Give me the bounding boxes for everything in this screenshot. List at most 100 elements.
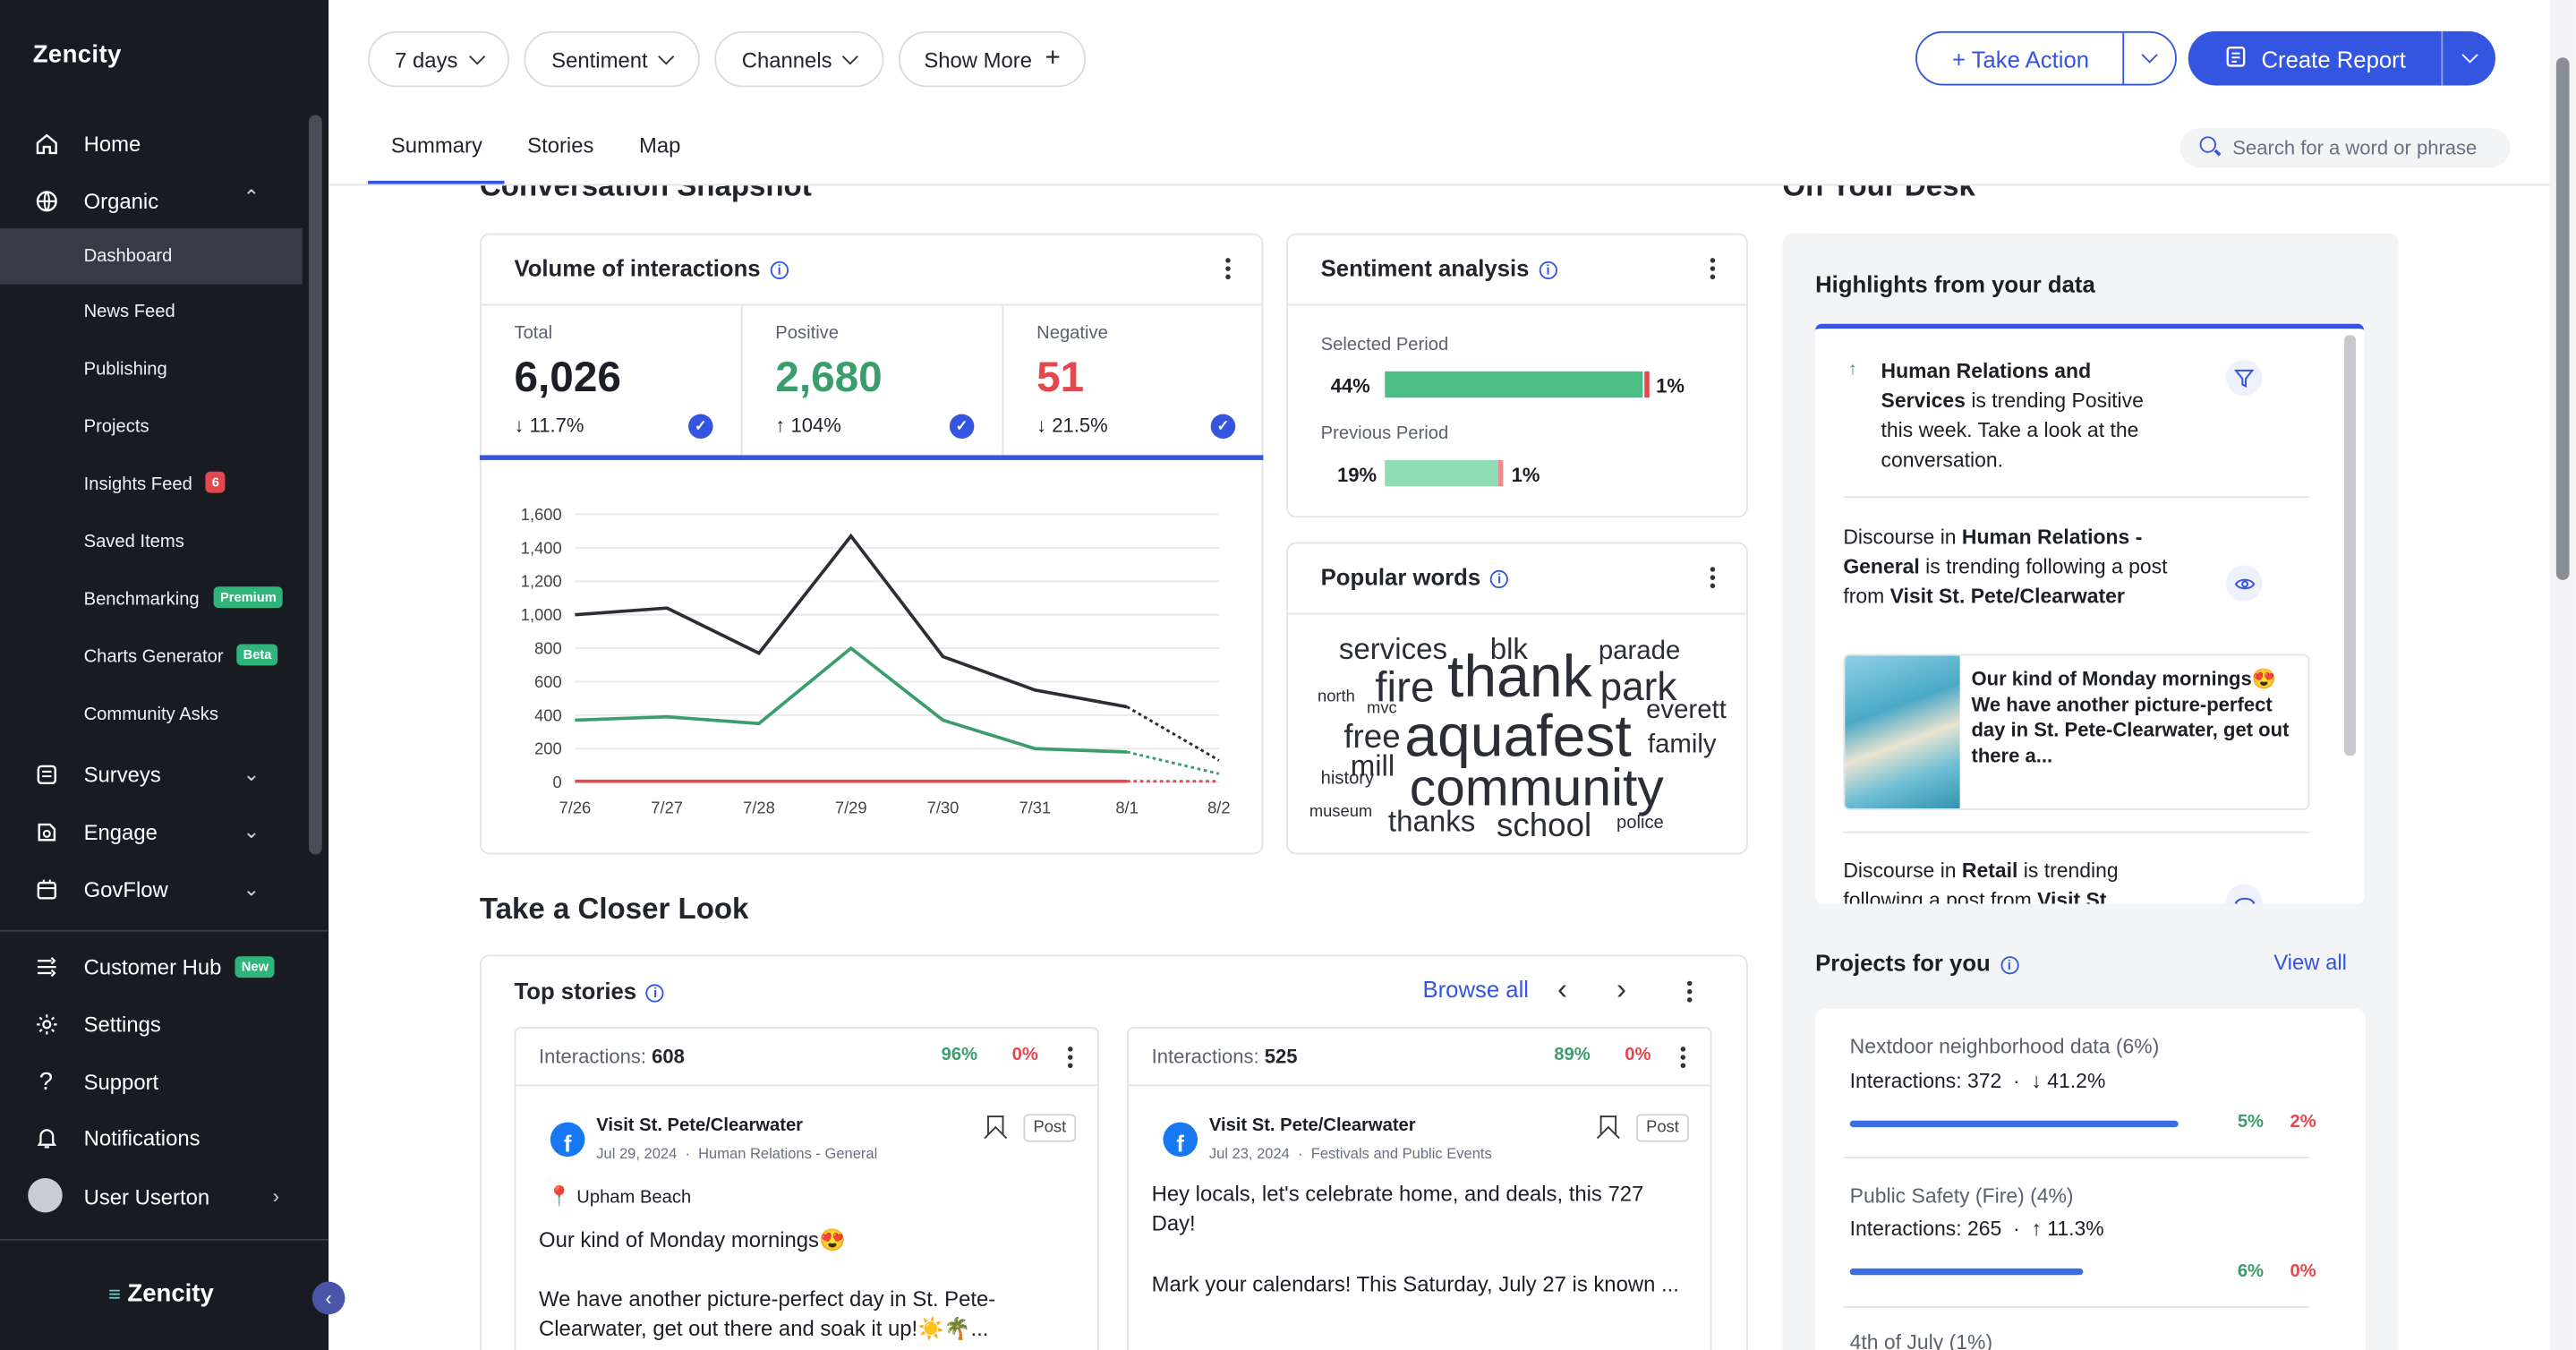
highlight-item[interactable]: Human Relations and Services is trending…: [1881, 356, 2161, 474]
sidebar-item-organic[interactable]: Organic ⌃: [0, 185, 303, 215]
sidebar-item-home[interactable]: Home: [0, 128, 303, 158]
sidebar-sub-insights-feed[interactable]: Insights Feed 6: [0, 471, 303, 498]
eye-icon[interactable]: [2225, 565, 2263, 602]
info-icon[interactable]: i: [646, 984, 665, 1003]
highlight-post-preview[interactable]: Our kind of Monday mornings😍 We have ano…: [1843, 654, 2310, 810]
show-more-button[interactable]: Show More +: [898, 30, 1087, 88]
info-icon[interactable]: i: [2000, 955, 2018, 975]
active-tab-indicator: [368, 180, 505, 184]
pin-icon: 📍: [547, 1184, 572, 1209]
kebab-menu-icon[interactable]: [1068, 1047, 1073, 1069]
kebab-menu-icon[interactable]: [1680, 1047, 1686, 1069]
project-item[interactable]: Nextdoor neighborhood data (6%): [1850, 1035, 2160, 1058]
highlight-item[interactable]: Discourse in Human Relations - General i…: [1843, 523, 2171, 611]
projects-list: Nextdoor neighborhood data (6%) Interact…: [1815, 1008, 2366, 1350]
section-title-snapshot: Conversation Snapshot: [479, 185, 812, 202]
project-item[interactable]: Public Safety (Fire) (4%): [1850, 1184, 2074, 1208]
sidebar-sub-publishing[interactable]: Publishing: [0, 360, 303, 383]
kebab-menu-icon[interactable]: [1710, 258, 1716, 280]
highlights-scrollbar[interactable]: [2344, 335, 2356, 756]
story-card[interactable]: Interactions: 525 89% 0% f Visit St. Pet…: [1127, 1027, 1712, 1350]
previous-positive-bar: [1385, 459, 1498, 487]
word-cloud-word[interactable]: everett: [1646, 697, 1727, 724]
chevron-down-icon: [2141, 47, 2158, 64]
story-card[interactable]: Interactions: 608 96% 0% f Visit St. Pet…: [514, 1027, 1099, 1350]
negative-pct: 0%: [1625, 1045, 1651, 1065]
metric-positive[interactable]: Positive 2,680 ↑ 104% ✓: [741, 305, 1002, 460]
sidebar-sub-dashboard[interactable]: Dashboard: [0, 228, 303, 285]
user-menu[interactable]: User Userton ›: [0, 1182, 303, 1211]
word-cloud-word[interactable]: mvc: [1367, 701, 1397, 718]
word-cloud-word[interactable]: museum: [1309, 804, 1372, 821]
word-cloud-word[interactable]: parade: [1599, 638, 1680, 665]
word-cloud-word[interactable]: history: [1321, 770, 1374, 789]
search-input[interactable]: Search for a word or phrase: [2179, 128, 2511, 168]
word-cloud-word[interactable]: thanks: [1388, 807, 1475, 836]
take-action-button[interactable]: + Take Action: [1915, 30, 2177, 86]
checkmark-icon[interactable]: ✓: [688, 414, 713, 440]
project-item[interactable]: 4th of July (1%): [1850, 1331, 1992, 1350]
sidebar-item-surveys[interactable]: Surveys ⌄: [0, 759, 303, 789]
sidebar-divider: [0, 1238, 329, 1241]
page-scrollbar-thumb[interactable]: [2555, 57, 2570, 580]
chevron-down-icon: ⌄: [243, 762, 260, 786]
browse-all-link[interactable]: Browse all: [1422, 976, 1529, 1002]
metric-total[interactable]: Total 6,026 ↓ 11.7% ✓: [480, 305, 741, 460]
days-filter[interactable]: 7 days: [368, 30, 509, 88]
selected-negative-bar: [1644, 371, 1650, 398]
brand-logo[interactable]: Zencity: [33, 41, 122, 69]
eye-icon[interactable]: [2225, 884, 2263, 904]
next-arrow-icon[interactable]: ›: [1616, 973, 1626, 1008]
create-report-dropdown[interactable]: [2443, 31, 2495, 86]
previous-positive-pct: 19%: [1337, 463, 1378, 487]
prev-arrow-icon[interactable]: ‹: [1557, 973, 1567, 1008]
sidebar-item-settings[interactable]: Settings: [0, 1009, 303, 1038]
bookmark-icon[interactable]: [987, 1115, 1004, 1138]
sidebar-item-govflow[interactable]: GovFlow ⌄: [0, 874, 303, 903]
tab-summary[interactable]: Summary: [391, 133, 482, 158]
kebab-menu-icon[interactable]: [1225, 258, 1231, 280]
info-icon[interactable]: i: [1539, 261, 1557, 279]
channels-filter[interactable]: Channels: [714, 30, 884, 88]
tab-map[interactable]: Map: [639, 133, 680, 158]
sidebar-divider: [0, 929, 329, 932]
sidebar-item-engage[interactable]: Engage ⌄: [0, 816, 303, 846]
bookmark-icon[interactable]: [1599, 1115, 1617, 1138]
premium-badge: Premium: [213, 586, 284, 609]
kebab-menu-icon[interactable]: [1710, 567, 1716, 589]
sidebar-sub-charts-generator[interactable]: Charts Generator Beta: [0, 644, 303, 671]
word-cloud-word[interactable]: thank: [1447, 646, 1592, 706]
sidebar-scrollbar[interactable]: [309, 115, 322, 855]
take-action-dropdown[interactable]: [2124, 33, 2175, 84]
checkmark-icon[interactable]: ✓: [949, 414, 975, 440]
word-cloud-word[interactable]: family: [1648, 732, 1717, 759]
create-report-button[interactable]: Create Report: [2188, 30, 2495, 86]
filter-icon[interactable]: [2225, 359, 2263, 397]
sidebar-item-notifications[interactable]: Notifications: [0, 1123, 303, 1152]
sidebar-item-support[interactable]: ? Support: [0, 1066, 303, 1096]
tab-stories[interactable]: Stories: [527, 133, 593, 158]
kebab-menu-icon[interactable]: [1686, 980, 1693, 1003]
sidebar-sub-saved-items[interactable]: Saved Items: [0, 533, 303, 556]
info-icon[interactable]: i: [770, 261, 789, 279]
sentiment-filter[interactable]: Sentiment: [524, 30, 700, 88]
story-author[interactable]: Visit St. Pete/Clearwater: [596, 1115, 803, 1135]
word-cloud-word[interactable]: services: [1339, 634, 1447, 663]
view-all-link[interactable]: View all: [2273, 950, 2347, 975]
selected-period-label: Selected Period: [1320, 335, 1449, 355]
word-cloud-word[interactable]: school: [1497, 810, 1591, 843]
word-cloud-word[interactable]: police: [1616, 814, 1664, 833]
sidebar-item-customer-hub[interactable]: Customer Hub New: [0, 952, 303, 981]
page-scrollbar[interactable]: [2549, 0, 2576, 1350]
story-author[interactable]: Visit St. Pete/Clearwater: [1209, 1115, 1416, 1135]
sidebar-sub-benchmarking[interactable]: Benchmarking Premium: [0, 586, 303, 613]
sidebar-sub-projects[interactable]: Projects: [0, 417, 303, 440]
highlight-item[interactable]: Discourse in Retail is trending followin…: [1843, 856, 2171, 904]
metric-negative[interactable]: Negative 51 ↓ 21.5% ✓: [1002, 305, 1264, 460]
main-content: Conversation Snapshot Volume of interact…: [328, 185, 2549, 1350]
sidebar-sub-community-asks[interactable]: Community Asks: [0, 705, 303, 728]
word-cloud-word[interactable]: north: [1318, 689, 1355, 706]
checkmark-icon[interactable]: ✓: [1210, 414, 1236, 440]
info-icon[interactable]: i: [1490, 569, 1509, 588]
sidebar-sub-news-feed[interactable]: News Feed: [0, 303, 303, 326]
